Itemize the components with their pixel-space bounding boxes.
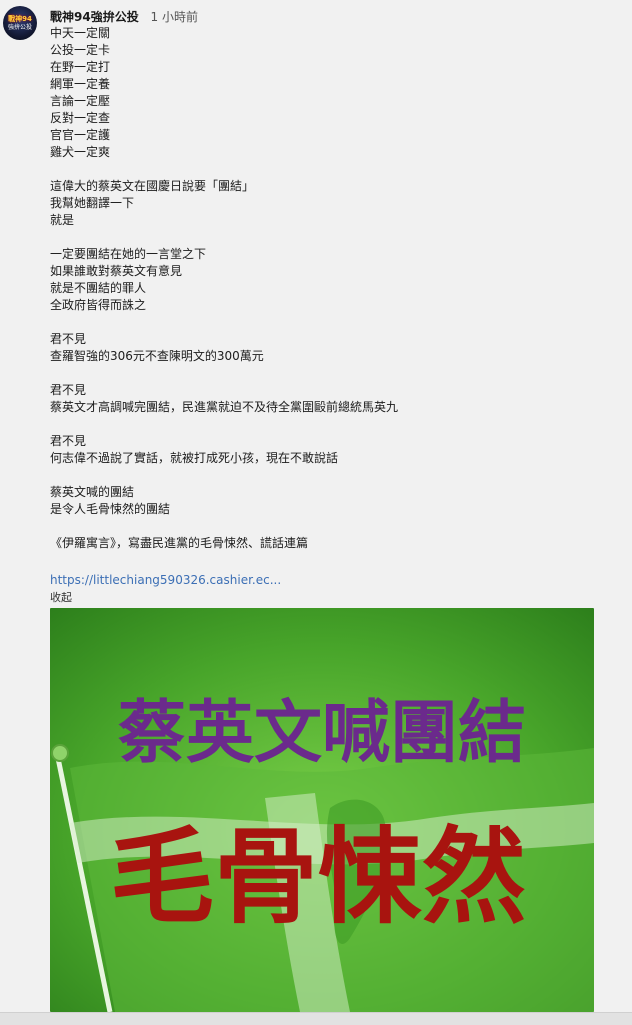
avatar-label: 戰神94 [8, 15, 32, 23]
post-text-line: 這偉大的蔡英文在國慶日說要「團結」 [50, 179, 255, 193]
flag-illustration: 蔡英文喊團結 毛骨悚然 [50, 608, 594, 1012]
post-text-line: 君不見 [50, 434, 87, 448]
author-name[interactable]: 戰神94強拚公投 [50, 10, 139, 24]
post-text-line: 言論一定壓 [50, 94, 111, 108]
post-header: 戰神94強拚公投 1 小時前 [50, 8, 198, 25]
post-text-line: 官官一定護 [50, 128, 111, 142]
post-text-line: 查羅智強的306元不查陳明文的300萬元 [50, 349, 264, 363]
post-text-line: 公投一定卡 [50, 43, 111, 57]
author-avatar[interactable]: 戰神94 強拚公投 [3, 6, 37, 40]
avatar-sublabel: 強拚公投 [7, 24, 32, 31]
post-text-line: 君不見 [50, 383, 87, 397]
post-body: 中天一定關公投一定卡在野一定打網軍一定養言論一定壓反對一定查官官一定護雞犬一定爽… [50, 25, 610, 552]
post-text-line: 中天一定關 [50, 26, 111, 40]
image-subheadline: 毛骨悚然 [110, 816, 526, 938]
post-text-line: 蔡英文才高調喊完團結，民進黨就迫不及待全黨圍毆前總統馬英九 [50, 400, 399, 414]
post-text-line: 在野一定打 [50, 60, 111, 74]
post-text-line: 我幫她翻譯一下 [50, 196, 135, 210]
post-text-line: 如果誰敢對蔡英文有意見 [50, 264, 183, 278]
collapse-button[interactable]: 收起 [50, 589, 72, 605]
post-text-line: 就是不團結的罪人 [50, 281, 147, 295]
post-image[interactable]: 蔡英文喊團結 毛骨悚然 [50, 608, 594, 1012]
post-timestamp[interactable]: 1 小時前 [151, 10, 198, 24]
image-headline: 蔡英文喊團結 [118, 694, 526, 773]
post-text-line: 一定要團結在她的一言堂之下 [50, 247, 207, 261]
post-text-line: 網軍一定養 [50, 77, 111, 91]
post-text-line: 何志偉不過說了實話，就被打成死小孩，現在不敢說話 [50, 451, 339, 465]
post-text-line: 君不見 [50, 332, 87, 346]
post-text-line: 反對一定查 [50, 111, 111, 125]
post-link[interactable]: https://littlechiang590326.cashier.ec... [50, 573, 281, 587]
post-text-line: 是令人毛骨悚然的團結 [50, 502, 171, 516]
post-text-line: 全政府皆得而誅之 [50, 298, 147, 312]
post-text-line: 就是 [50, 213, 75, 227]
bottom-scroll-bar [0, 1012, 632, 1025]
post-text-line: 《伊羅寓言》，寫盡民進黨的毛骨悚然、謊話連篇 [50, 536, 309, 550]
post-text-line: 雞犬一定爽 [50, 145, 111, 159]
post-text-line: 蔡英文喊的團結 [50, 485, 135, 499]
